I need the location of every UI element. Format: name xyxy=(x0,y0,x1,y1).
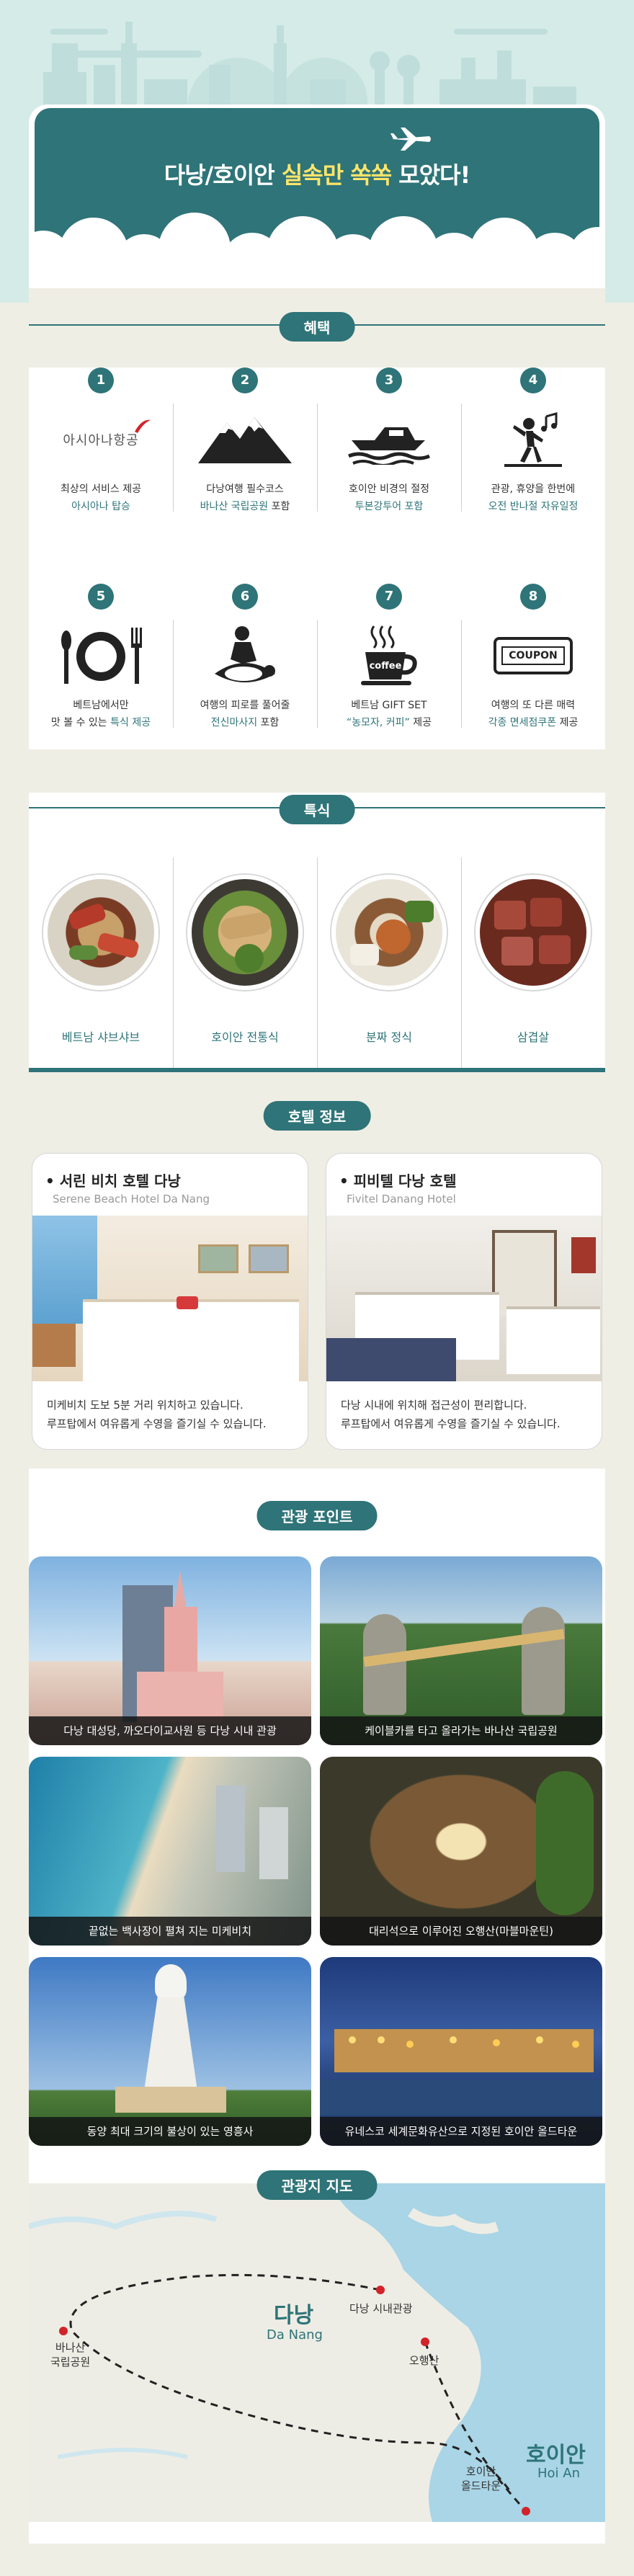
benefit-highlight: 각종 면세점쿠폰 제공 xyxy=(488,717,579,728)
tour-caption: 유네스코 세계문화유산으로 지정된 호이안 올드타운 xyxy=(320,2117,602,2146)
benefit-text: 여행의 또 다른 매력 xyxy=(491,700,576,711)
benefit-text: 베트남에서만 xyxy=(73,700,129,711)
hotel-card-1[interactable]: • 서린 비치 호텔 다낭 Serene Beach Hotel Da Nang… xyxy=(32,1153,308,1450)
benefit-number: 4 xyxy=(520,367,546,393)
benefit-item-5: 5 베트남에서만 맛 볼 수 있는 특식 제공 xyxy=(29,584,173,729)
hotel-description: 미케비치 도보 5분 거리 위치하고 있습니다. 루프탑에서 여유롭게 수영을 … xyxy=(47,1399,267,1430)
map-background xyxy=(29,2183,605,2522)
food-name: 분짜 정식 xyxy=(366,1030,412,1044)
hotel-description: 다낭 시내에 위치해 접근성이 편리합니다. 루프탑에서 여유롭게 수영을 즐기… xyxy=(341,1399,561,1430)
tour-map: 다낭 Da Nang 다낭 시내관광 바나산 국립공원 오행산 호이안 올드타운 호… xyxy=(29,2183,605,2522)
map-city-danang-en: Da Nang xyxy=(267,2327,323,2343)
benefit-number: 6 xyxy=(232,584,258,610)
tour-caption: 다낭 대성당, 까오다이교사원 등 다낭 시내 관광 xyxy=(29,1716,311,1745)
benefit-number: 7 xyxy=(376,584,402,610)
benefit-item-4: 4 관광, 휴양을 한번에 오전 반나절 자유일정 xyxy=(461,367,605,513)
section-title-tour: 관광 포인트 xyxy=(256,1501,378,1530)
food-photo-hoian xyxy=(187,875,303,990)
section-title-hotels: 호텔 정보 xyxy=(263,1101,371,1131)
coffee-cup-icon: coffee xyxy=(357,623,421,688)
tour-caption: 대리석으로 이루어진 오행산(마블마운틴) xyxy=(320,1917,602,1946)
speedboat-icon xyxy=(348,427,430,465)
benefit-highlight: 아시아나 탑승 xyxy=(71,501,130,512)
tour-item-marble-mountains[interactable]: 대리석으로 이루어진 오행산(마블마운틴) xyxy=(320,1757,602,1946)
benefit-highlight: 투본강투어 포함 xyxy=(354,501,424,512)
benefit-highlight: “농모자, 커피” 제공 xyxy=(346,717,432,728)
foods-header-band xyxy=(29,749,605,793)
hero-title: 다낭/호이안 실속만 쏙쏙 모았다! xyxy=(164,161,470,189)
hotel-photo-serene xyxy=(32,1216,308,1381)
food-photo-samgyeopsal xyxy=(476,875,591,990)
section-title-foods: 특식 xyxy=(279,795,355,824)
food-name: 호이안 전통식 xyxy=(211,1030,279,1044)
tour-caption: 케이블카를 타고 올라가는 바나산 국립공원 xyxy=(320,1716,602,1745)
mountain-icon xyxy=(198,417,292,463)
benefit-item-3: 3 호이안 비경의 절정 투본강투어 포함 xyxy=(317,367,461,513)
tour-item-linh-ung-pagoda[interactable]: 동양 최대 크기의 불상이 있는 영흥사 xyxy=(29,1957,311,2146)
hotel-english-name: Serene Beach Hotel Da Nang xyxy=(53,1193,210,1205)
tour-item-ba-na-hills[interactable]: 케이블카를 타고 올라가는 바나산 국립공원 xyxy=(320,1556,602,1745)
benefit-highlight: 맛 볼 수 있는 특식 제공 xyxy=(50,717,151,728)
benefit-item-1: 1 아시아나항공 최상의 서비스 제공 아시아나 탑승 xyxy=(29,367,173,513)
food-name: 삼겹살 xyxy=(517,1030,550,1044)
tour-caption: 동양 최대 크기의 불상이 있는 영흥사 xyxy=(29,2117,311,2146)
benefit-text: 베트남 GIFT SET xyxy=(351,700,427,711)
city-skyline-illustration xyxy=(43,22,576,115)
map-city-hoian-en: Hoi An xyxy=(537,2466,580,2481)
benefit-text: 여행의 피로를 풀어줄 xyxy=(200,700,290,711)
dancing-person-icon xyxy=(504,412,562,467)
food-item-4: 삼겹살 xyxy=(461,857,605,1068)
benefit-item-7: 7 coffee 베트남 GIFT SET “농모자, 커피” 제공 xyxy=(317,584,461,729)
main-content-card: 혜택 1 아시아나항공 최상의 서비스 제공 아시아나 탑승 2 다낭여행 필수… xyxy=(29,288,605,2544)
massage-icon xyxy=(215,626,275,682)
map-spot-marble-mountains: 오행산 xyxy=(409,2354,439,2367)
hotel-card-2[interactable]: • 피비텔 다낭 호텔 Fivitel Danang Hotel 다낭 시내에 … xyxy=(326,1153,602,1450)
food-item-2: 호이안 전통식 xyxy=(173,857,317,1068)
tour-item-hoi-an-old-town[interactable]: 유네스코 세계문화유산으로 지정된 호이안 올드타운 xyxy=(320,1957,602,2146)
benefit-number: 3 xyxy=(376,367,402,393)
benefit-text: 다낭여행 필수코스 xyxy=(206,483,284,495)
benefit-number: 5 xyxy=(88,584,114,610)
cloud-border-decoration xyxy=(29,213,605,303)
benefit-item-8: 8 COUPON 여행의 또 다른 매력 각종 면세점쿠폰 제공 xyxy=(461,584,605,729)
benefit-text: 최상의 서비스 제공 xyxy=(61,483,141,495)
section-title-map: 관광지 지도 xyxy=(256,2170,378,2200)
benefit-number: 2 xyxy=(232,367,258,393)
tour-grid: 다낭 대성당, 까오다이교사원 등 다낭 시내 관광 케이블카를 타고 올라가는… xyxy=(29,1556,605,2147)
food-item-3: 분짜 정식 xyxy=(317,857,461,1068)
foods-row: 베트남 샤브샤브 호이안 전통식 분짜 정식 삼겹살 xyxy=(29,857,605,1068)
map-city-danang: 다낭 xyxy=(274,2303,314,2328)
food-photo-buncha xyxy=(331,875,447,990)
benefit-highlight: 오전 반나절 자유일정 xyxy=(488,501,579,512)
map-city-hoian: 호이안 xyxy=(526,2443,586,2468)
benefit-item-2: 2 다낭여행 필수코스 바나산 국립공원 포함 xyxy=(173,367,317,513)
benefit-highlight: 바나산 국립공원 포함 xyxy=(200,501,290,512)
map-spot-ba-na: 바나산 국립공원 xyxy=(50,2341,91,2368)
hotels-row: • 서린 비치 호텔 다낭 Serene Beach Hotel Da Nang… xyxy=(29,1153,605,1450)
tour-caption: 끝없는 백사장이 펼쳐 지는 미케비치 xyxy=(29,1917,311,1946)
benefit-item-6: 6 여행의 피로를 풀어줄 전신마사지 포함 xyxy=(173,584,317,729)
benefit-highlight: 전신마사지 포함 xyxy=(210,717,280,728)
hotel-name: • 피비텔 다낭 호텔 xyxy=(339,1172,457,1190)
food-photo-shabu xyxy=(43,875,158,990)
benefit-number: 1 xyxy=(88,367,114,393)
benefit-number: 8 xyxy=(520,584,546,610)
tour-item-my-khe-beach[interactable]: 끝없는 백사장이 펼쳐 지는 미케비치 xyxy=(29,1757,311,1946)
benefits-grid: 1 아시아나항공 최상의 서비스 제공 아시아나 탑승 2 다낭여행 필수코스 xyxy=(29,367,605,749)
map-spot-city-tour: 다낭 시내관광 xyxy=(349,2302,413,2315)
map-spot-old-town: 호이안 올드타운 xyxy=(461,2465,501,2492)
airplane-icon xyxy=(390,128,431,151)
coupon-icon: COUPON xyxy=(494,637,573,674)
hotel-photo-fivitel xyxy=(326,1216,602,1381)
tour-item-danang-cathedral[interactable]: 다낭 대성당, 까오다이교사원 등 다낭 시내 관광 xyxy=(29,1556,311,1745)
food-item-1: 베트남 샤브샤브 xyxy=(29,857,173,1068)
benefit-text: 관광, 휴양을 한번에 xyxy=(491,483,576,495)
food-name: 베트남 샤브샤브 xyxy=(61,1030,140,1044)
benefit-text: 호이안 비경의 절정 xyxy=(349,483,429,495)
hotel-english-name: Fivitel Danang Hotel xyxy=(347,1193,456,1205)
dining-plate-icon xyxy=(61,628,142,684)
asiana-logo: 아시아나항공 xyxy=(63,419,151,449)
section-title-benefits: 혜택 xyxy=(279,312,355,342)
hotel-name: • 서린 비치 호텔 다낭 xyxy=(45,1172,181,1190)
